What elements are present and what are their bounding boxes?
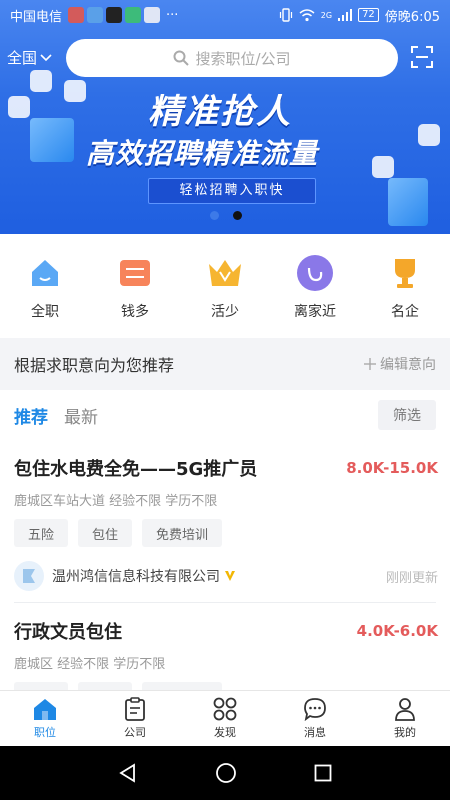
signal-icon — [338, 9, 353, 21]
recommend-title: 根据求职意向为您推荐 — [14, 356, 175, 375]
location-label: 全国 — [7, 49, 38, 67]
category-label: 全职 — [31, 304, 59, 320]
network-type: 2G — [320, 10, 333, 20]
app-notification-icon — [87, 7, 104, 23]
nav-label: 职位 — [34, 726, 56, 739]
banner-decoration — [418, 124, 440, 146]
banner-decoration — [64, 80, 86, 102]
banner-subtitle[interactable]: 轻松招聘入职快 — [148, 178, 316, 204]
app-notification-icon — [125, 7, 142, 23]
edit-intention-label: 编辑意向 — [380, 357, 436, 373]
grid-circles-icon — [213, 697, 237, 721]
chevron-down-icon — [40, 53, 52, 61]
search-bar[interactable]: 搜索职位/公司 — [66, 39, 398, 77]
carousel-dot — [210, 211, 219, 220]
ticket-icon — [117, 255, 153, 291]
nav-company[interactable]: 公司 — [90, 691, 180, 746]
category-row: 全职 钱多 活少 离家近 名企 — [0, 250, 450, 330]
nav-label: 发现 — [214, 726, 236, 739]
job-card[interactable]: 包住水电费全免——5G推广员 8.0K-15.0K 鹿城区车站大道 经验不限 学… — [14, 455, 438, 591]
back-icon[interactable] — [118, 763, 138, 783]
category-label: 活少 — [211, 304, 239, 320]
carousel-indicator — [210, 211, 242, 220]
category-near-home[interactable]: 离家近 — [270, 250, 360, 330]
system-navigation-bar — [0, 746, 450, 800]
home-icon — [34, 699, 56, 720]
carrier-name: 中国电信 — [10, 9, 63, 25]
wifi-icon — [299, 9, 315, 22]
category-label: 名企 — [391, 304, 419, 320]
nav-label: 我的 — [394, 726, 416, 739]
banner-headline[interactable]: 精准抢人 — [148, 84, 292, 133]
app-notification-icon — [68, 7, 85, 23]
nav-label: 消息 — [304, 726, 326, 739]
edit-intention-button[interactable]: 编辑意向 — [364, 354, 436, 374]
category-famous-company[interactable]: 名企 — [360, 250, 450, 330]
job-title: 行政文员包住 — [14, 622, 122, 643]
company-logo — [14, 561, 44, 591]
job-list-tabs: 推荐 最新 筛选 — [0, 396, 450, 434]
verified-badge-icon — [225, 571, 235, 581]
job-tag: 包住 — [78, 519, 133, 547]
vibrate-icon — [279, 8, 292, 22]
job-meta: 鹿城区 经验不限 学历不限 — [14, 657, 166, 672]
person-icon — [395, 698, 415, 721]
app-notification-icon — [106, 7, 123, 23]
tab-latest[interactable]: 最新 — [64, 403, 98, 428]
search-icon — [173, 50, 190, 66]
crown-icon — [207, 255, 243, 291]
category-fulltime[interactable]: 全职 — [0, 250, 90, 330]
bottom-navigation: 职位 公司 发现 消息 我的 — [0, 690, 450, 746]
job-tag: 免费培训 — [142, 519, 223, 547]
job-title: 包住水电费全免——5G推广员 — [14, 459, 258, 480]
category-label: 离家近 — [294, 304, 336, 320]
location-selector[interactable]: 全国 — [7, 47, 53, 68]
company-name: 温州鸿信信息科技有限公司 — [52, 569, 220, 585]
nav-jobs[interactable]: 职位 — [0, 691, 90, 746]
nav-profile[interactable]: 我的 — [360, 691, 450, 746]
trophy-icon — [387, 255, 423, 291]
job-salary: 4.0K-6.0K — [356, 622, 438, 640]
status-bar: 中国电信 ··· 2G 72 傍晚6:05 — [0, 0, 450, 30]
scan-icon[interactable] — [410, 45, 434, 69]
category-easy-work[interactable]: 活少 — [180, 250, 270, 330]
recent-apps-icon[interactable] — [314, 764, 332, 782]
clock: 傍晚6:05 — [384, 9, 440, 25]
banner-decoration — [30, 70, 52, 92]
company-row[interactable]: 温州鸿信信息科技有限公司 刚刚更新 — [14, 561, 438, 591]
clipboard-icon — [125, 697, 145, 721]
home-circle-icon[interactable] — [215, 762, 237, 784]
updated-time: 刚刚更新 — [385, 570, 438, 586]
tab-recommended[interactable]: 推荐 — [14, 403, 48, 428]
chat-bubble-icon — [304, 698, 326, 721]
divider — [14, 602, 436, 603]
location-circle-icon — [297, 255, 333, 291]
more-notifications: ··· — [166, 7, 179, 23]
job-tag: 五险 — [14, 519, 69, 547]
banner-tagline[interactable]: 高效招聘精准流量 — [86, 132, 318, 172]
banner-decoration — [372, 156, 394, 178]
category-label: 钱多 — [121, 304, 149, 320]
nav-label: 公司 — [124, 726, 146, 739]
nav-messages[interactable]: 消息 — [270, 691, 360, 746]
battery-level: 72 — [358, 8, 379, 22]
job-salary: 8.0K-15.0K — [346, 459, 438, 477]
banner-decoration — [8, 96, 30, 118]
job-meta: 鹿城区车站大道 经验不限 学历不限 — [14, 494, 218, 509]
top-banner-area: 中国电信 ··· 2G 72 傍晚6:05 全国 搜索职位/公司 精准抢人 高效… — [0, 0, 450, 234]
search-placeholder: 搜索职位/公司 — [195, 49, 291, 68]
banner-decoration — [30, 118, 74, 162]
filter-button[interactable]: 筛选 — [378, 400, 436, 430]
job-tags: 五险 包住 免费培训 — [14, 519, 438, 547]
notification-icons — [68, 7, 161, 23]
banner-decoration — [388, 178, 428, 226]
carousel-dot-active — [233, 211, 242, 220]
category-high-pay[interactable]: 钱多 — [90, 250, 180, 330]
nav-discover[interactable]: 发现 — [180, 691, 270, 746]
plus-icon — [364, 358, 376, 370]
house-icon — [27, 255, 63, 291]
app-notification-icon — [144, 7, 161, 23]
recommend-header: 根据求职意向为您推荐 编辑意向 — [0, 338, 450, 390]
